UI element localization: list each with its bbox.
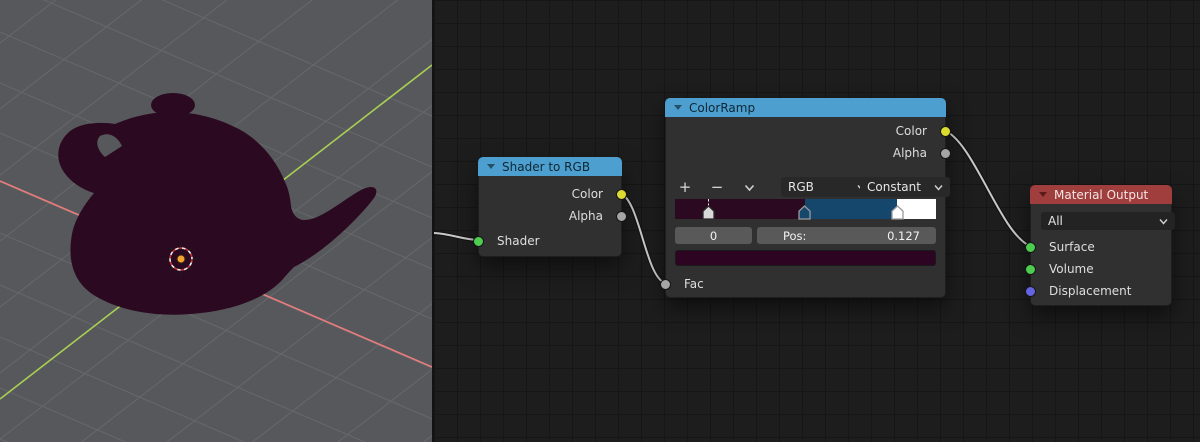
stop-position-field[interactable]: Pos: 0.127: [757, 227, 936, 244]
node-title: ColorRamp: [689, 100, 756, 115]
ramp-options-dropdown[interactable]: [738, 177, 760, 197]
node-title: Shader to RGB: [502, 159, 591, 174]
output-target-value: All: [1048, 214, 1063, 228]
socket-displacement-input[interactable]: [1025, 285, 1036, 297]
collapse-triangle-icon[interactable]: [1039, 192, 1047, 197]
socket-fac-input[interactable]: [660, 278, 671, 290]
node-header-shader-to-rgb[interactable]: Shader to RGB: [478, 157, 622, 176]
node-title: Material Output: [1054, 187, 1149, 202]
remove-stop-button[interactable]: −: [706, 177, 728, 197]
color-mode-value: RGB: [788, 180, 814, 194]
chevron-down-icon: [934, 184, 943, 191]
pos-value: 0.127: [887, 228, 920, 243]
output-label-alpha: Alpha: [568, 209, 603, 223]
interpolation-value: Constant: [867, 180, 921, 194]
socket-surface-input[interactable]: [1025, 241, 1036, 253]
collapse-triangle-icon[interactable]: [674, 105, 682, 110]
chevron-down-icon: [744, 184, 754, 192]
node-header-material-output[interactable]: Material Output: [1030, 185, 1172, 204]
socket-alpha-output[interactable]: [616, 210, 627, 222]
socket-color-output[interactable]: [616, 188, 627, 200]
wire-into-shader-input: [434, 230, 481, 243]
ramp-stop-handle[interactable]: [891, 205, 904, 220]
stop-index-value: 0: [709, 228, 718, 243]
node-shader-to-rgb[interactable]: Shader to RGB Color Alpha Shader: [473, 157, 627, 257]
input-label-displacement: Displacement: [1049, 284, 1132, 298]
ramp-stop-handle[interactable]: [701, 205, 715, 220]
socket-alpha-output[interactable]: [940, 147, 951, 159]
blender-window: Shader to RGB Color Alpha Shader ColorRa…: [0, 0, 1200, 442]
output-label-color: Color: [895, 124, 927, 138]
chevron-down-icon: [1159, 218, 1168, 225]
ramp-stop-handle-shape: [891, 205, 904, 220]
input-label-fac: Fac: [684, 277, 704, 291]
output-target-dropdown[interactable]: All: [1041, 212, 1175, 230]
node-header-colorramp[interactable]: ColorRamp: [665, 98, 946, 117]
output-label-color: Color: [571, 187, 603, 201]
stop-index-field[interactable]: 0: [675, 227, 752, 244]
stop-color-swatch[interactable]: [675, 250, 936, 266]
interpolation-dropdown[interactable]: Constant: [860, 177, 950, 197]
wire-colorramp-to-surface: [941, 127, 1033, 249]
input-label-volume: Volume: [1049, 262, 1094, 276]
ramp-stop-handle-shape: [701, 205, 715, 220]
ramp-stop-handle-shape: [798, 205, 811, 220]
collapse-triangle-icon[interactable]: [487, 164, 495, 169]
3d-cursor: [164, 242, 198, 276]
colorramp-gradient-bar[interactable]: [675, 199, 936, 220]
socket-volume-input[interactable]: [1025, 263, 1036, 275]
input-label-surface: Surface: [1049, 240, 1095, 254]
wire-color-to-fac: [617, 190, 668, 286]
node-material-output[interactable]: Material Output All Surface Volume Displ…: [1025, 185, 1175, 306]
ramp-segment: [675, 199, 805, 219]
node-colorramp[interactable]: ColorRamp Color Alpha + − RGB Constant 0: [660, 98, 951, 298]
socket-color-output[interactable]: [940, 125, 951, 137]
input-label-shader: Shader: [497, 234, 540, 248]
pos-label: Pos:: [783, 228, 807, 243]
shader-node-editor[interactable]: Shader to RGB Color Alpha Shader ColorRa…: [432, 0, 1200, 442]
3d-viewport[interactable]: [0, 0, 432, 442]
socket-shader-input[interactable]: [473, 235, 484, 247]
output-label-alpha: Alpha: [892, 146, 927, 160]
ramp-stop-handle[interactable]: [798, 205, 811, 220]
ramp-segment: [804, 199, 898, 219]
add-stop-button[interactable]: +: [674, 177, 696, 197]
